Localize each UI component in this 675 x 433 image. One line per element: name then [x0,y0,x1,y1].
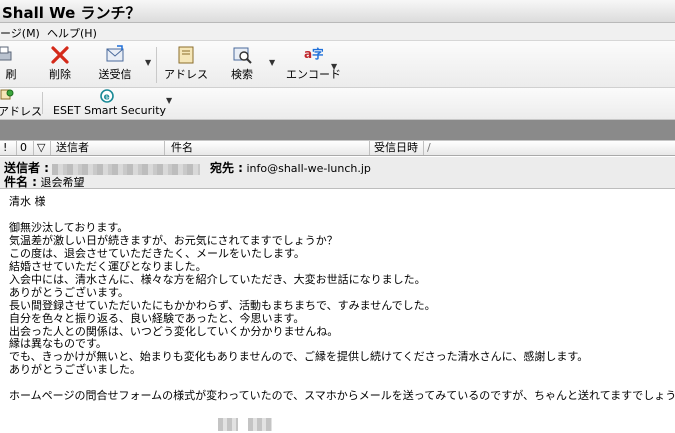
eset-dropdown-icon[interactable]: ▼ [166,96,172,105]
menu-item-help[interactable]: ヘルプ(H) [47,25,97,41]
address-book-label: アドレス [164,68,208,81]
svg-text:a: a [304,47,312,61]
folder-pane-strip [0,120,675,140]
subject-row: 件名 : 退会希望 [4,173,84,190]
col-attachment[interactable]: 0 [17,141,34,155]
to-value: info@shall-we-lunch.jp [246,162,371,175]
print-button[interactable]: 刷 [0,41,22,87]
toolbar-separator [156,47,157,83]
col-flag[interactable]: ▽ [34,141,51,155]
encoding-icon: a 字 [304,46,323,61]
delete-button[interactable]: 削除 [44,41,76,87]
address-icon [0,89,14,100]
search-button[interactable]: 検索 [226,41,258,87]
address-label: アドレス [0,105,42,118]
delete-label: 削除 [49,68,71,81]
message-body: 清水 様 御無沙汰しております。 気温差が激しい日が続きますが、お元気にされてま… [9,195,675,403]
svg-text:e: e [104,92,110,102]
eset-icon: e [100,89,114,103]
col-from[interactable]: 送信者 [51,141,165,155]
message-header-pane: 送信者 : 宛先 : info@shall-we-lunch.jp 件名 : 退… [0,157,675,189]
address-book-icon [178,46,194,64]
send-receive-button[interactable]: 送受信 [94,41,136,87]
send-receive-label: 送受信 [98,68,132,81]
menu-bar: ージ(M) ヘルプ(H) [0,23,675,41]
search-dropdown-icon[interactable]: ▼ [269,58,275,67]
send-receive-dropdown-icon[interactable]: ▼ [145,58,151,67]
address-book-button[interactable]: アドレス [163,41,209,87]
svg-text:字: 字 [312,46,323,61]
main-toolbar: 刷 削除 送受信 ▼ アドレス 検索 ▼ a 字 エンコード ▼ [0,41,675,88]
secondary-toolbar: アドレス e ESET Smart Security ▼ [0,88,675,120]
print-icon [0,46,12,61]
delete-icon [51,46,69,64]
to-label: 宛先 : [209,161,243,175]
col-received[interactable]: 受信日時 [370,141,424,155]
address-button[interactable]: アドレス [0,88,42,119]
signature-redacted [248,418,272,431]
col-priority[interactable]: ! [0,141,17,155]
send-receive-icon [106,45,124,62]
print-label: 刷 [5,68,17,81]
message-list-header: ! 0 ▽ 送信者 件名 受信日時 / [0,140,675,156]
subject-value: 退会希望 [40,176,85,189]
title-bar: Shall We ランチ？ [0,0,675,23]
col-sort-indicator: / [427,141,431,154]
signature-redacted [218,418,238,431]
toolbar2-separator [42,92,43,114]
menu-item-message[interactable]: ージ(M) [0,25,40,41]
search-icon [233,47,252,64]
col-subject[interactable]: 件名 [165,141,370,155]
encoding-dropdown-icon[interactable]: ▼ [331,62,337,71]
search-label: 検索 [231,68,253,81]
eset-button[interactable]: e ESET Smart Security [50,88,166,119]
window-title: Shall We ランチ？ [2,4,141,22]
subject-label: 件名 : [4,175,37,189]
eset-label: ESET Smart Security [53,104,167,117]
